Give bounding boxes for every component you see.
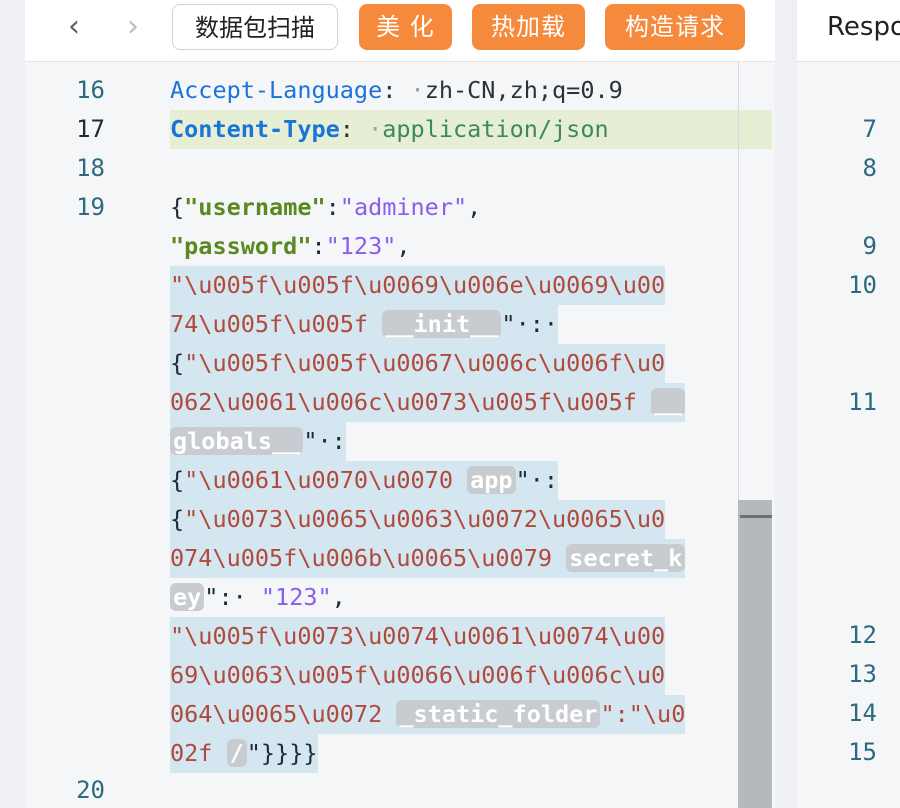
header-value: zh-CN,zh;q=0.9 xyxy=(424,76,623,104)
decoded-hint-chip: app xyxy=(467,466,516,494)
header-value: application/json xyxy=(382,115,609,143)
forward-icon[interactable]: › xyxy=(118,10,148,44)
escaped-string: 74\u005f\u005f xyxy=(170,310,369,338)
header-colon: : xyxy=(339,115,354,143)
response-line-number: 14 xyxy=(848,699,877,727)
response-pane: Respo 7 8 9 10 11 12 13 14 15 xyxy=(797,0,900,808)
decoded-hint-chip: __ xyxy=(651,388,686,416)
line-number: 19 xyxy=(76,193,105,221)
response-title: Respo xyxy=(827,12,900,42)
code-line-accept-language: Accept-Language: ·zh-CN,zh;q=0.9 xyxy=(170,71,623,110)
response-line-number: 12 xyxy=(848,621,877,649)
code-line-escaped: 69\u0063\u005f\u0066\u006f\u006c\u0 xyxy=(170,656,666,695)
json-key: "password" xyxy=(170,232,312,260)
json-colon: : xyxy=(325,193,340,221)
response-line-number: 8 xyxy=(862,154,877,182)
code-line-escaped: {"\u0061\u0070\u0070 app "·: xyxy=(170,461,559,500)
decoded-hint-chip: / xyxy=(226,739,247,767)
json-string: "123" xyxy=(325,232,397,260)
code-line-escaped: 074\u005f\u006b\u0065\u0079 secret_k xyxy=(170,539,686,578)
json-punct: "·: xyxy=(303,427,346,455)
header-key: Content-Type xyxy=(170,115,340,143)
line-number: 16 xyxy=(76,76,105,104)
escaped-string: "\u005f\u005f\u0067\u006c\u006f\u0 xyxy=(184,349,666,377)
escaped-string: "\u0061\u0070\u0070 xyxy=(184,466,453,494)
escaped-string: 062\u0061\u006c\u0073\u005f\u005f xyxy=(170,388,637,416)
code-line-username: {"username":"adminer", xyxy=(170,188,481,227)
brace: { xyxy=(170,466,185,494)
response-line-number: 13 xyxy=(848,660,877,688)
json-string: "123" xyxy=(260,583,332,611)
code-line-escaped: "\u005f\u0073\u0074\u0061\u0074\u00 xyxy=(170,617,666,656)
response-line-number: 10 xyxy=(848,271,877,299)
hot-load-button[interactable]: 热加载 xyxy=(472,4,585,50)
escaped-string: 69\u0063\u005f\u0066\u006f\u006c\u0 xyxy=(170,661,666,689)
scrollbar-thumb[interactable] xyxy=(740,515,772,518)
line-number: 18 xyxy=(76,154,105,182)
code-line-escaped: 02f / "}}}} xyxy=(170,734,318,773)
response-header: Respo xyxy=(797,0,900,62)
code-line-escaped: 064\u0065\u0072 _static_folder ":"\u0 xyxy=(170,695,686,734)
decoded-hint-chip: ey xyxy=(170,583,205,611)
escaped-string: ":"\u0 xyxy=(600,700,686,728)
line-number: 20 xyxy=(76,776,105,804)
code-line-content-type: Content-Type: ·application/json xyxy=(170,110,772,149)
response-line-number: 7 xyxy=(862,115,877,143)
code-line-escaped: {"\u005f\u005f\u0067\u006c\u006f\u0 xyxy=(170,344,666,383)
request-toolbar: ‹ › 数据包扫描 美 化 热加载 构造请求 xyxy=(25,0,775,62)
escaped-string: 074\u005f\u006b\u0065\u0079 xyxy=(170,544,553,572)
decoded-hint-chip: _static_folder xyxy=(396,700,601,728)
beautify-button[interactable]: 美 化 xyxy=(359,4,452,50)
escaped-string: "\u005f\u005f\u0069\u006e\u0069\u00 xyxy=(170,271,666,299)
json-punct: "}}}} xyxy=(246,739,318,767)
response-line-number: 15 xyxy=(848,738,877,766)
code-line-password: "password":"123", xyxy=(170,227,411,266)
json-colon: : xyxy=(311,232,326,260)
decoded-hint-chip: globals__ xyxy=(170,427,304,455)
escaped-string: "\u005f\u0073\u0074\u0061\u0074\u00 xyxy=(170,622,666,650)
escaped-string: "\u0073\u0065\u0063\u0072\u0065\u0 xyxy=(184,505,666,533)
line-number-gutter: 16 17 18 19 20 xyxy=(25,62,155,808)
whitespace-marker: · xyxy=(410,76,425,104)
brace: { xyxy=(170,193,185,221)
json-punct: "·:· xyxy=(501,310,559,338)
code-line-escaped: {"\u0073\u0065\u0063\u0072\u0065\u0 xyxy=(170,500,666,539)
json-punct: ":· xyxy=(204,583,247,611)
vertical-scrollbar[interactable] xyxy=(738,500,772,808)
packet-scan-button[interactable]: 数据包扫描 xyxy=(172,4,338,50)
decoded-hint-chip: secret_k xyxy=(566,544,686,572)
brace: { xyxy=(170,505,185,533)
json-string: "adminer" xyxy=(339,193,468,221)
brace: { xyxy=(170,349,185,377)
request-pane: ‹ › 数据包扫描 美 化 热加载 构造请求 16 17 18 19 20 Ac… xyxy=(25,0,775,808)
json-comma: , xyxy=(396,232,411,260)
code-line-escaped: globals__ "·: xyxy=(170,422,346,461)
construct-request-button[interactable]: 构造请求 xyxy=(605,4,745,50)
response-line-number: 9 xyxy=(862,232,877,260)
header-colon: : xyxy=(382,76,397,104)
code-line-escaped: 062\u0061\u006c\u0073\u005f\u005f __ xyxy=(170,383,686,422)
response-line-number: 11 xyxy=(848,388,877,416)
request-editor[interactable]: 16 17 18 19 20 Accept-Language: ·zh-CN,z… xyxy=(25,62,775,808)
json-comma: , xyxy=(467,193,482,221)
escaped-string: 02f xyxy=(170,739,213,767)
json-punct: "·: xyxy=(515,466,559,494)
back-icon[interactable]: ‹ xyxy=(59,10,89,44)
escaped-string: 064\u0065\u0072 xyxy=(170,700,383,728)
header-key: Accept-Language xyxy=(170,76,383,104)
code-line-escaped: 74\u005f\u005f __init__ "·:· xyxy=(170,305,559,344)
whitespace-marker: · xyxy=(368,115,383,143)
json-comma: , xyxy=(331,583,346,611)
line-number-active: 17 xyxy=(76,115,105,143)
code-line-secret-value: ey ":· "123", xyxy=(170,578,346,617)
json-key: "username" xyxy=(184,193,326,221)
decoded-hint-chip: __init__ xyxy=(382,310,502,338)
code-line-escaped: "\u005f\u005f\u0069\u006e\u0069\u00 xyxy=(170,266,666,305)
